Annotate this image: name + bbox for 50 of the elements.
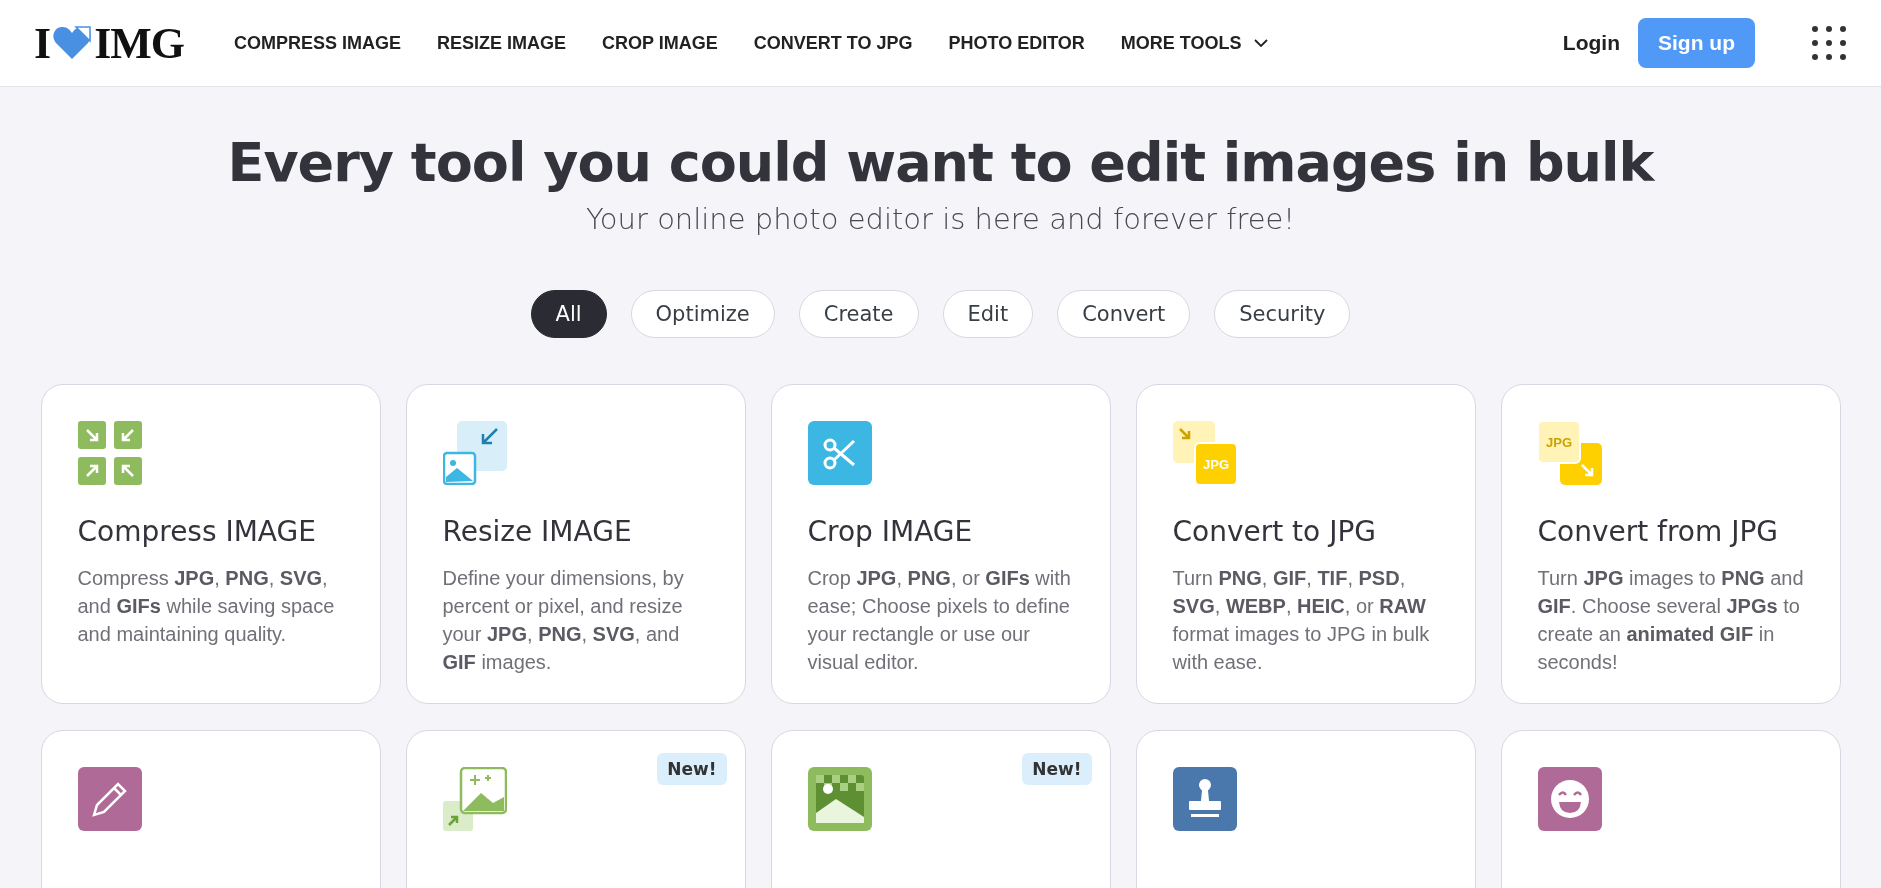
nav-link[interactable]: CONVERT TO JPG [753, 32, 913, 54]
nav-link[interactable]: CROP IMAGE [602, 32, 718, 54]
tool-card[interactable]: JPG Convert from JPG Turn JPG images to PNG and GIF. Choose several JPGs to create an animated GIF in seconds! [1500, 384, 1841, 704]
new-badge: New! [1022, 753, 1092, 785]
tool-title: Crop IMAGE [807, 515, 974, 548]
filter-tab[interactable]: Create [798, 290, 919, 338]
hero-subtitle: Your online photo editor is here and forever free! [586, 202, 1295, 236]
nav-link[interactable]: COMPRESS IMAGE [234, 32, 402, 54]
scissors-icon [807, 421, 872, 485]
upscale-image-icon [442, 767, 507, 831]
hero-title: Every tool you could want to edit images in bulk [227, 131, 1654, 194]
login-link[interactable]: Login [1562, 31, 1620, 55]
laughing-face-icon [1537, 767, 1602, 831]
arrow-icon [1178, 427, 1190, 440]
tool-card[interactable]: JPG Convert to JPG Turn PNG, GIF, TIF, PSD, SVG, WEBP, HEIC, or RAW format images to JPG in bulk with ease. [1135, 384, 1476, 704]
tool-description: Crop JPG, PNG, or GIFs with ease; Choose pixels to define your rectangle or use our visual editor. [807, 566, 1072, 675]
filter-tab[interactable]: Optimize [630, 290, 775, 338]
logo-text[interactable]: IMG [94, 17, 184, 69]
nav-link[interactable]: MORE TOOLS [1120, 32, 1268, 54]
arrow-icon [1580, 463, 1593, 477]
filter-tab[interactable]: Convert [1057, 290, 1191, 338]
filter-tab[interactable]: All [530, 290, 607, 338]
tool-title: Compress IMAGE [77, 515, 317, 548]
tool-description: Compress JPG, PNG, SVG, and GIFs while saving space and maintaining quality. [77, 566, 336, 647]
new-badge: New! [657, 753, 727, 785]
tool-description: Define your dimensions, by percent or pixel, and resize your JPG, PNG, SVG, and GIF images. [442, 566, 685, 675]
icon-label: JPG [1545, 435, 1572, 450]
nav-link[interactable]: RESIZE IMAGE [437, 32, 567, 54]
resize-image-icon [442, 421, 507, 485]
icon-label: JPG [1202, 457, 1229, 472]
stamp-icon [1172, 767, 1237, 831]
tool-title: Resize IMAGE [442, 515, 633, 548]
tool-title: Convert from JPG [1537, 515, 1779, 548]
tool-card[interactable]: Compress IMAGE Compress JPG, PNG, SVG, and GIFs while saving space and maintaining quality. [40, 384, 381, 704]
heart-icon [52, 25, 93, 61]
pencil-icon [77, 767, 142, 831]
tool-card[interactable]: Resize IMAGE Define your dimensions, by percent or pixel, and resize your JPG, PNG, SVG, and GIF images. [405, 384, 746, 704]
tool-title: Convert to JPG [1172, 515, 1377, 548]
tool-card[interactable]: Crop IMAGE Crop JPG, PNG, or GIFs with ease; Choose pixels to define your rectangle or use our visual editor. [770, 384, 1111, 704]
tool-description: Turn JPG images to PNG and GIF. Choose several JPGs to create an animated GIF in seconds! [1537, 566, 1805, 675]
tool-card[interactable]: New! [770, 730, 1111, 888]
logo-text[interactable]: I [34, 17, 51, 69]
checkered-image-icon [807, 767, 872, 831]
filter-tab[interactable]: Edit [942, 290, 1034, 338]
tool-card[interactable]: New! [405, 730, 746, 888]
filter-tab[interactable]: Security [1214, 290, 1351, 338]
nav-link[interactable]: PHOTO EDITOR [948, 32, 1085, 54]
compress-arrows-icon [77, 421, 142, 485]
apps-grid-icon[interactable] [1811, 25, 1847, 61]
tool-description: Turn PNG, GIF, TIF, PSD, SVG, WEBP, HEIC, or RAW format images to JPG in bulk with ease. [1172, 566, 1431, 675]
